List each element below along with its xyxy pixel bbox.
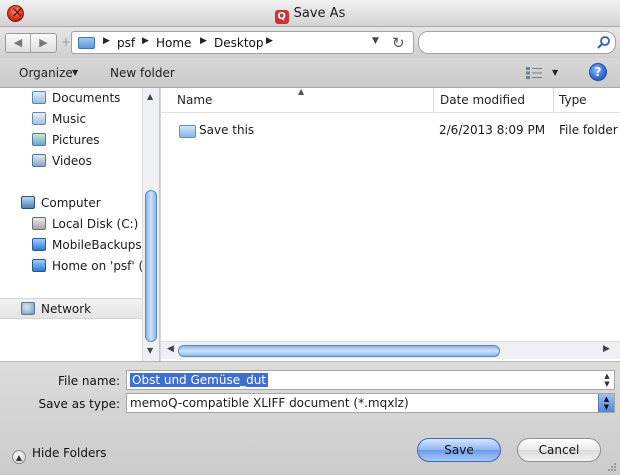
nav-item-pictures[interactable]: Pictures [0, 130, 142, 151]
nav-item-local-disk[interactable]: Local Disk (C:) [0, 214, 142, 235]
computer-icon [21, 196, 35, 209]
dropdown-arrows-icon[interactable]: ▲ ▼ [598, 394, 614, 412]
nav-item-computer[interactable]: Computer [0, 193, 142, 214]
back-button[interactable]: ◀ [6, 34, 31, 52]
recent-locations-button[interactable]: + [61, 35, 71, 49]
title-bar: Q Save As [0, 0, 620, 27]
nav-item-label: Music [52, 112, 87, 126]
chevron-down-icon[interactable]: ▼ [72, 68, 78, 77]
pictures-icon [32, 133, 46, 146]
chevron-down-icon[interactable]: ▼ [372, 36, 379, 46]
forward-button[interactable]: ▶ [31, 34, 56, 52]
chevron-right-icon[interactable]: ▶ [266, 36, 273, 46]
nav-item-label: MobileBackups on 'psf' (Y:) [52, 238, 142, 252]
horizontal-scrollbar[interactable]: ◀ ▶ [161, 341, 620, 359]
nav-item-music[interactable]: Music [0, 109, 142, 130]
table-row[interactable]: Save this 2/6/2013 8:09 PM File folder [161, 121, 620, 141]
nav-item-label: Documents [52, 91, 121, 105]
chevron-down-icon[interactable]: ▼ [552, 68, 558, 77]
search-input[interactable] [418, 31, 616, 54]
scrollbar-thumb[interactable] [178, 345, 500, 357]
column-header-label: Date modified [440, 93, 526, 107]
scroll-left-icon[interactable]: ◀ [167, 344, 174, 354]
nav-item-label: Network [41, 302, 92, 316]
resize-grip-icon[interactable] [607, 462, 617, 472]
column-header-label: Type [559, 93, 587, 107]
organize-menu[interactable]: Organize [19, 66, 73, 80]
network-drive-icon [32, 238, 46, 251]
hard-disk-icon [32, 217, 46, 230]
chevron-right-icon[interactable]: ▶ [200, 36, 207, 46]
address-bar[interactable]: ▶ psf ▶ Home ▶ Desktop ▶ ▼ ↻ [71, 31, 414, 54]
memoq-app-icon: Q [274, 10, 289, 24]
navigation-bar: ◀ ▶ + ▶ psf ▶ Home ▶ Desktop ▶ ▼ ↻ [0, 27, 620, 58]
hide-folders-label: Hide Folders [32, 446, 107, 460]
nav-item-label: Home on 'psf' (Z:) [52, 259, 142, 273]
nav-item-label: Pictures [52, 133, 100, 147]
save-button[interactable]: Save [417, 438, 501, 462]
nav-pane-scrollbar[interactable]: ▲ ▼ [142, 88, 159, 361]
breadcrumb-desktop[interactable]: Desktop [214, 36, 264, 50]
chevron-right-icon[interactable]: ▶ [103, 36, 110, 46]
nav-item-videos[interactable]: Videos [0, 151, 142, 172]
scroll-up-icon[interactable]: ▲ [147, 92, 153, 101]
dropdown-arrows-icon[interactable]: ▲ ▼ [602, 372, 612, 388]
search-icon[interactable] [596, 35, 611, 50]
save-as-type-value: memoQ-compatible XLIFF document (*.mqxlz… [130, 396, 409, 410]
music-icon [32, 112, 46, 125]
videos-icon [32, 154, 46, 167]
command-bar: Organize ▼ New folder ▼ ? [0, 58, 620, 88]
window-title-wrap: Q Save As [0, 6, 620, 24]
cancel-button[interactable]: Cancel [517, 438, 601, 462]
refresh-icon[interactable]: ↻ [392, 34, 405, 52]
history-buttons: ◀ ▶ [5, 33, 57, 53]
scroll-right-icon[interactable]: ▶ [603, 344, 610, 354]
nav-item-label: Videos [52, 154, 92, 168]
back-arrow-icon: ◀ [13, 36, 23, 49]
nav-item-home-psf[interactable]: Home on 'psf' (Z:) [0, 256, 142, 277]
save-as-type-label: Save as type: [38, 397, 120, 411]
documents-icon [32, 91, 46, 104]
file-date: 2/6/2013 8:09 PM [439, 123, 546, 137]
file-name: Save this [199, 123, 255, 137]
nav-item-label: Local Disk (C:) [52, 217, 139, 231]
folder-icon [78, 37, 95, 49]
column-header-label: Name [177, 93, 213, 107]
window-title: Save As [293, 6, 346, 21]
folder-icon [179, 125, 196, 138]
change-view-icon[interactable] [526, 67, 542, 79]
file-name-label: File name: [58, 374, 120, 388]
breadcrumb-psf[interactable]: psf [117, 36, 135, 50]
column-header-name[interactable]: ▲ Name [161, 88, 434, 113]
nav-item-mobilebackups[interactable]: MobileBackups on 'psf' (Y:) [0, 235, 142, 256]
scroll-down-icon[interactable]: ▼ [147, 346, 153, 355]
help-icon[interactable]: ? [589, 63, 607, 81]
column-header-date-modified[interactable]: Date modified [434, 88, 554, 113]
file-name-field[interactable]: Obst und Gemüse_dut ▲ ▼ [126, 370, 615, 390]
sort-ascending-icon: ▲ [298, 88, 305, 96]
file-list: ▲ Name Date modified Type Save this 2/6/… [161, 88, 620, 361]
chevron-right-icon[interactable]: ▶ [142, 36, 149, 46]
network-icon [21, 302, 35, 315]
save-form: File name: Obst und Gemüse_dut ▲ ▼ Save a… [0, 361, 620, 475]
forward-arrow-icon: ▶ [39, 36, 48, 49]
nav-item-documents[interactable]: Documents [0, 88, 142, 109]
nav-item-label: Computer [41, 196, 101, 210]
network-drive-icon [32, 259, 46, 272]
column-header-type[interactable]: Type [554, 88, 620, 113]
save-as-type-select[interactable]: memoQ-compatible XLIFF document (*.mqxlz… [126, 393, 615, 413]
file-type: File folder [559, 123, 618, 137]
new-folder-button[interactable]: New folder [110, 66, 175, 80]
navigation-pane: Documents Music Pictures Videos Computer… [0, 88, 160, 361]
chevron-up-icon: ▲ [12, 450, 26, 464]
scrollbar-thumb[interactable] [145, 190, 157, 342]
nav-item-network[interactable]: Network [0, 298, 142, 319]
breadcrumb-home[interactable]: Home [156, 36, 191, 50]
file-name-value: Obst und Gemüse_dut [130, 373, 269, 387]
hide-folders-button[interactable]: ▲ Hide Folders [12, 446, 107, 464]
